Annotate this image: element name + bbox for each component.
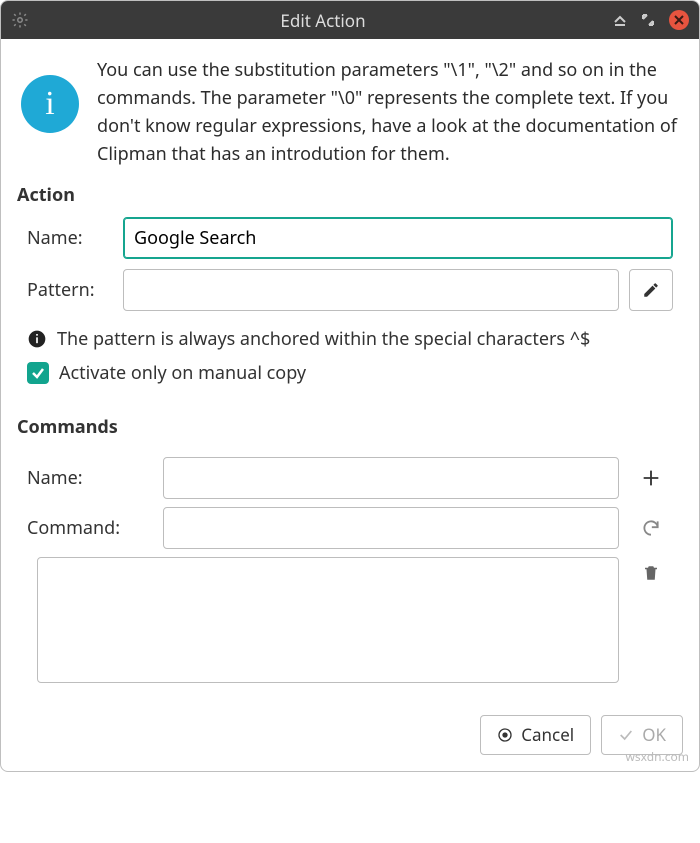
command-cmd-label: Command: xyxy=(27,516,163,540)
activate-checkbox[interactable] xyxy=(27,362,49,384)
close-icon[interactable] xyxy=(669,10,689,30)
cancel-label: Cancel xyxy=(521,723,574,746)
section-commands: Commands xyxy=(17,415,683,439)
ok-icon xyxy=(618,727,634,743)
activate-label: Activate only on manual copy xyxy=(59,361,306,385)
section-action: Action xyxy=(17,183,683,207)
cancel-icon xyxy=(497,727,513,743)
command-cmd-input[interactable] xyxy=(163,507,619,549)
delete-command-button[interactable] xyxy=(629,553,673,683)
gear-icon[interactable] xyxy=(11,11,33,29)
action-pattern-input[interactable] xyxy=(123,269,619,311)
cancel-button[interactable]: Cancel xyxy=(480,715,591,755)
action-name-label: Name: xyxy=(27,226,123,250)
window-title: Edit Action xyxy=(33,9,613,32)
minimize-icon[interactable] xyxy=(613,13,627,27)
dialog-window: Edit Action i You can use the substituti… xyxy=(0,0,700,772)
action-pattern-label: Pattern: xyxy=(27,278,123,302)
command-name-input[interactable] xyxy=(163,457,619,499)
intro: i You can use the substitution parameter… xyxy=(17,57,683,169)
info-small-icon xyxy=(27,329,47,349)
titlebar: Edit Action xyxy=(1,1,699,39)
command-name-label: Name: xyxy=(27,466,163,490)
info-icon: i xyxy=(21,75,79,133)
edit-pattern-button[interactable] xyxy=(629,269,673,311)
pattern-hint: The pattern is always anchored within th… xyxy=(17,321,683,355)
intro-text: You can use the substitution parameters … xyxy=(97,57,683,169)
pattern-hint-text: The pattern is always anchored within th… xyxy=(57,327,590,351)
add-command-button[interactable] xyxy=(629,467,673,489)
watermark: wsxdn.com xyxy=(625,748,689,765)
action-name-input[interactable] xyxy=(123,217,673,259)
ok-label: OK xyxy=(642,723,666,746)
commands-list[interactable] xyxy=(37,557,619,683)
maximize-icon[interactable] xyxy=(641,13,655,27)
reload-command-button[interactable] xyxy=(629,518,673,538)
